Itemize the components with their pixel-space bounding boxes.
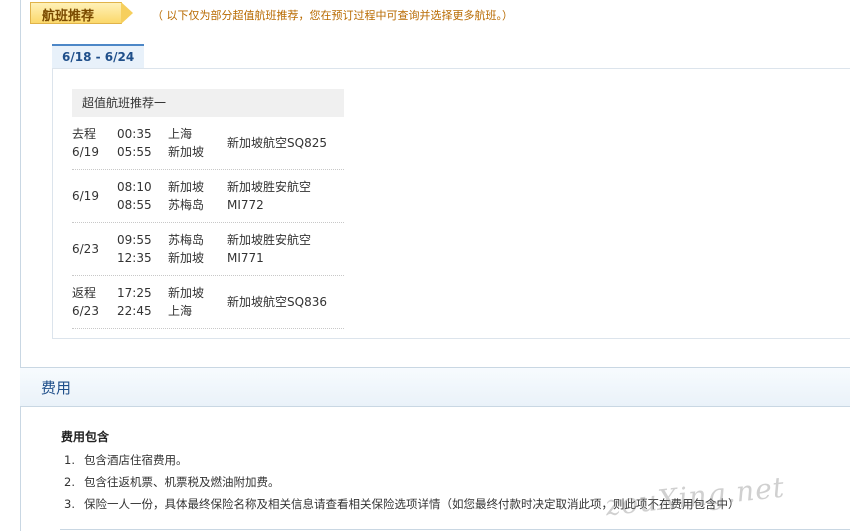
flight-cities: 苏梅岛 新加坡 (168, 231, 204, 267)
airline-name: 新加坡航空SQ825 (227, 136, 327, 150)
flight-date: 6/23 (72, 240, 99, 258)
flight-date: 6/19 (72, 187, 99, 205)
flight-row: 6/19 08:10 08:55 新加坡 苏梅岛 新加坡胜安航空 MI772 (72, 170, 344, 223)
arrival-city: 苏梅岛 (168, 198, 205, 212)
date-range-tab[interactable]: 6/18 - 6/24 (52, 44, 145, 68)
arrival-time: 08:55 (117, 198, 152, 212)
flight-cities: 新加坡 苏梅岛 (168, 178, 204, 214)
recommend-note: （ 以下仅为部分超值航班推荐，您在预订过程中可查询并选择更多航班。） (152, 9, 513, 22)
departure-time: 08:10 (117, 180, 152, 194)
arrival-city: 新加坡 (168, 145, 205, 159)
fee-included-heading: 费用包含 (61, 430, 110, 444)
flight-day: 6/19 (72, 145, 99, 159)
fee-item-number: 3. (64, 497, 75, 511)
fee-item-text: 包含酒店住宿费用。 (84, 453, 188, 467)
airline-name: 新加坡胜安航空 (227, 233, 312, 247)
flight-row: 去程 6/19 00:35 05:55 上海 新加坡 新加坡航空SQ825 (72, 117, 344, 170)
flight-date: 返程 6/23 (72, 284, 99, 320)
departure-city: 新加坡 (168, 180, 205, 194)
trip-type-label: 返程 (72, 286, 97, 300)
recommend-section-title: 超值航班推荐一 (72, 89, 344, 117)
flight-day: 6/19 (72, 189, 99, 203)
flight-recommend-tab: 航班推荐 (30, 2, 134, 24)
arrival-time: 05:55 (117, 145, 152, 159)
arrival-time: 22:45 (117, 304, 152, 318)
departure-city: 苏梅岛 (168, 233, 205, 247)
departure-time: 00:35 (117, 127, 152, 141)
departure-time: 17:25 (117, 286, 152, 300)
flight-row: 返程 6/23 17:25 22:45 新加坡 上海 新加坡航空SQ836 (72, 276, 344, 329)
flight-cities: 上海 新加坡 (168, 125, 204, 161)
airline-name: 新加坡航空SQ836 (227, 295, 327, 309)
arrival-city: 上海 (168, 304, 193, 318)
fee-item-number: 2. (64, 475, 75, 489)
flight-row: 6/23 09:55 12:35 苏梅岛 新加坡 新加坡胜安航空 MI771 (72, 223, 344, 276)
arrival-time: 12:35 (117, 251, 152, 265)
departure-time: 09:55 (117, 233, 152, 247)
departure-city: 上海 (168, 127, 193, 141)
flight-times: 17:25 22:45 (117, 284, 152, 320)
flight-airline: 新加坡胜安航空 MI772 (227, 178, 311, 214)
tab-arrow-icon (121, 2, 133, 24)
trip-type-label: 去程 (72, 127, 97, 141)
fee-item-text: 包含往返机票、机票税及燃油附加费。 (84, 475, 280, 489)
departure-city: 新加坡 (168, 286, 205, 300)
airline-name: 新加坡胜安航空 (227, 180, 312, 194)
flight-day: 6/23 (72, 242, 99, 256)
fee-item: 1. 包含酒店住宿费用。 (64, 452, 188, 468)
fee-item-number: 1. (64, 453, 75, 467)
flight-cities: 新加坡 上海 (168, 284, 204, 320)
flight-number: MI771 (227, 251, 264, 265)
fee-section-title: 费用 (41, 379, 72, 397)
flight-times: 08:10 08:55 (117, 178, 152, 214)
fee-section-header: 费用 (20, 367, 850, 407)
flight-times: 00:35 05:55 (117, 125, 152, 161)
flight-number: MI772 (227, 198, 264, 212)
flight-date: 去程 6/19 (72, 125, 99, 161)
flight-day: 6/23 (72, 304, 99, 318)
section-divider (60, 529, 850, 530)
flight-airline: 新加坡航空SQ825 (227, 134, 327, 152)
flight-airline: 新加坡胜安航空 MI771 (227, 231, 311, 267)
fee-item: 2. 包含往返机票、机票税及燃油附加费。 (64, 474, 280, 490)
arrival-city: 新加坡 (168, 251, 205, 265)
flight-recommend-title: 航班推荐 (42, 9, 95, 24)
flight-airline: 新加坡航空SQ836 (227, 293, 327, 311)
flight-times: 09:55 12:35 (117, 231, 152, 267)
